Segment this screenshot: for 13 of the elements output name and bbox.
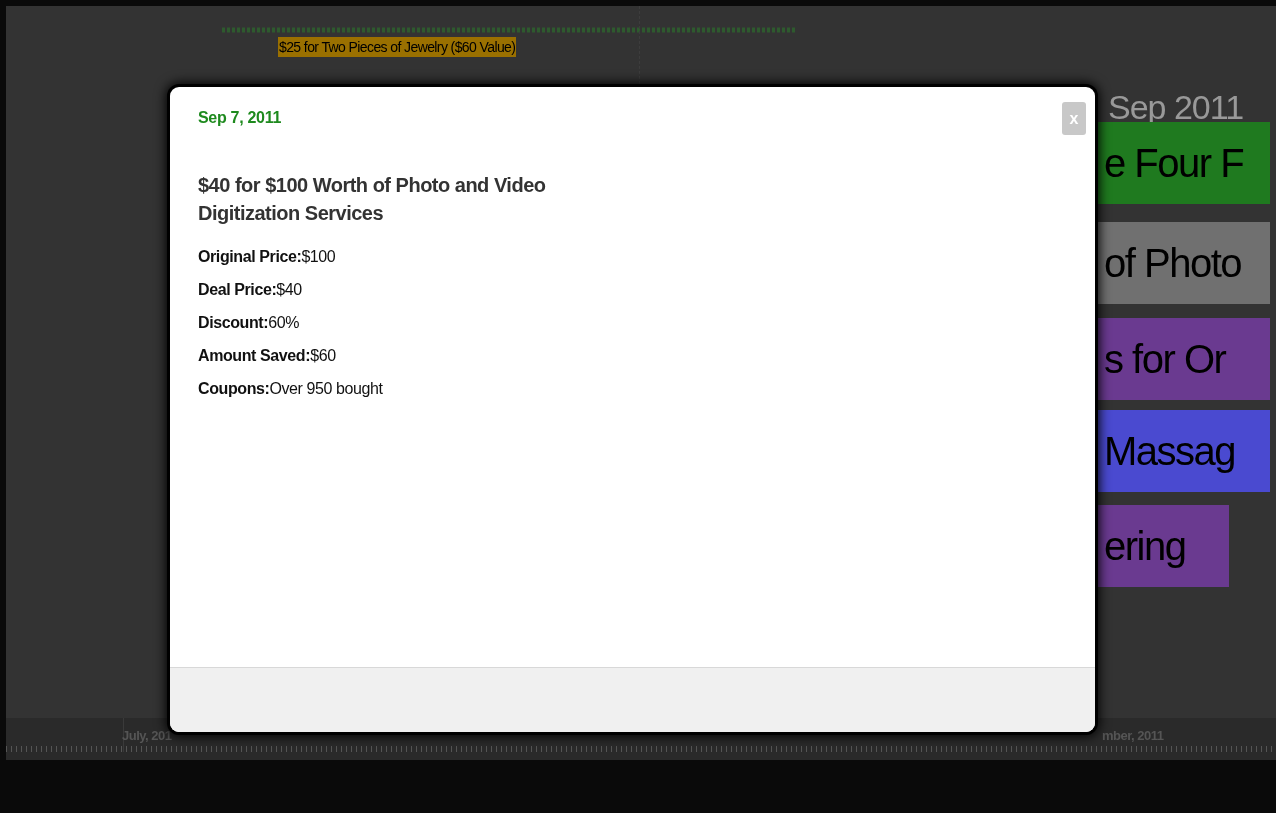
timeline-event[interactable]: s for Or xyxy=(1098,318,1270,400)
timeline-event[interactable]: Massag xyxy=(1098,410,1270,492)
timeline-event[interactable]: of Photo xyxy=(1098,222,1270,304)
deal-detail: Deal Price:$40 xyxy=(198,280,303,300)
timeline-event[interactable]: ering xyxy=(1098,505,1229,587)
timeline-event[interactable]: $25 for Two Pieces of Jewelry ($60 Value) xyxy=(278,37,517,57)
deal-title: $40 for $100 Worth of Photo and Video Digitization Services xyxy=(198,173,547,226)
deal-detail: Original Price:$100 xyxy=(198,247,337,267)
deal-date: Sep 7, 2011 xyxy=(198,109,282,127)
deal-detail: Amount Saved:$60 xyxy=(198,346,337,366)
deal-detail: Discount:60% xyxy=(198,313,300,333)
deal-detail: Coupons:Over 950 bought xyxy=(198,379,384,399)
timeline-event[interactable]: e Four F xyxy=(1098,122,1270,204)
